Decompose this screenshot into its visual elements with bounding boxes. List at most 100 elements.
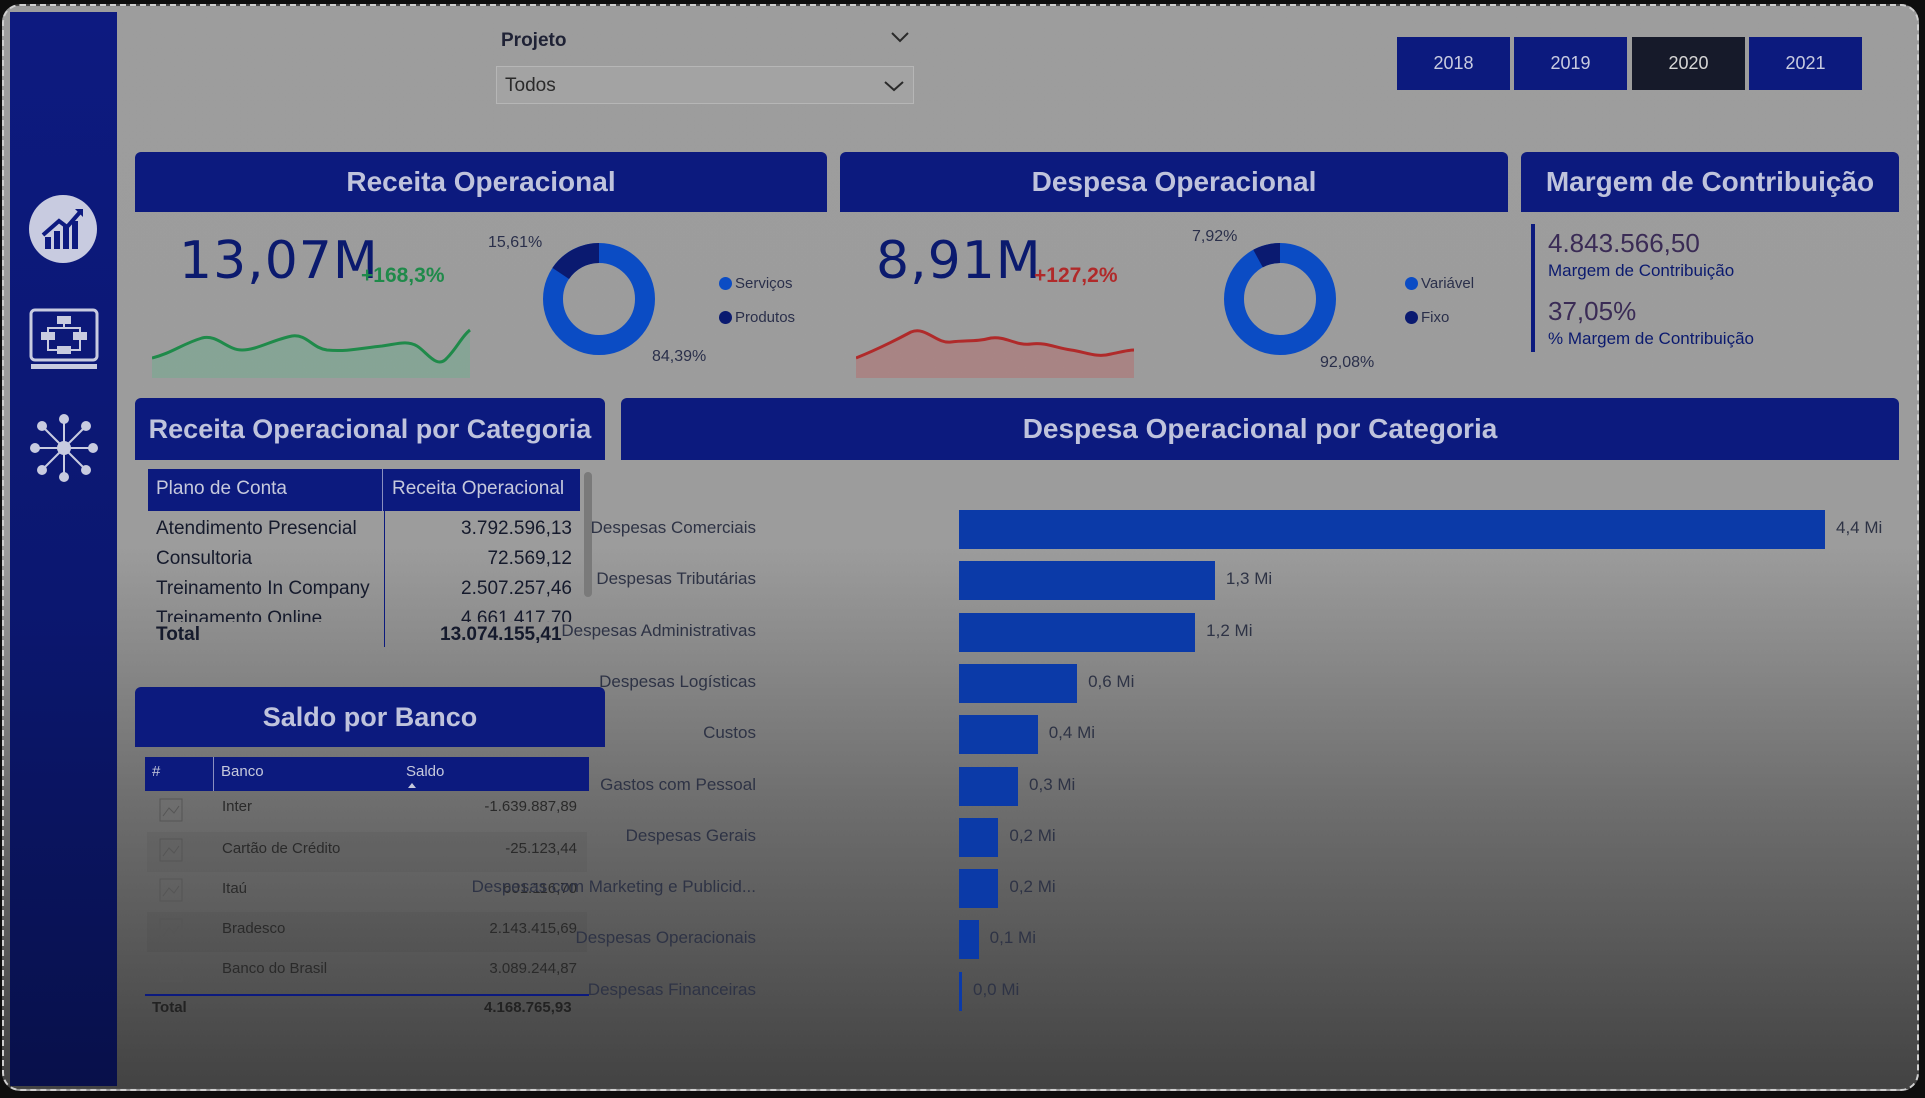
year-2018-button[interactable]: 2018	[1397, 37, 1510, 90]
legend-dot	[1405, 277, 1418, 290]
despesa-donut-large-label: 92,08%	[1320, 354, 1375, 371]
table-cell: Treinamento In Company	[156, 578, 370, 599]
bank-logo-icon	[159, 918, 183, 942]
table-cell: -1.639.887,89	[484, 798, 577, 815]
bar[interactable]	[959, 971, 962, 1011]
column-header[interactable]: Plano de Conta	[156, 478, 287, 500]
table-cell: Atendimento Presencial	[156, 518, 357, 539]
saldo-banco-header: Saldo por Banco	[135, 687, 605, 747]
receita-donut	[543, 243, 655, 355]
bar[interactable]	[959, 869, 999, 909]
table-cell: 601.116,70	[503, 880, 577, 897]
margem-pct-label: % Margem de Contribuição	[1548, 329, 1754, 348]
table-cell: Cartão de Crédito	[222, 840, 341, 857]
legend-label: Variável	[1421, 275, 1475, 292]
legend-dot	[719, 311, 732, 324]
sidebar-flowchart-button[interactable]	[29, 306, 99, 376]
table-cell: 3.089.244,87	[489, 960, 577, 977]
bar-category-label: Despesas Gerais	[625, 825, 756, 845]
bar[interactable]	[959, 612, 1196, 652]
bar[interactable]	[959, 920, 979, 960]
bar-value-label: 0,2 Mi	[1009, 877, 1056, 897]
filter-collapse-chevron[interactable]	[890, 30, 910, 49]
year-2019-button[interactable]: 2019	[1514, 37, 1627, 90]
bar-category-label: Despesas Tributárias	[596, 569, 756, 589]
table-total-value: 4.168.765,93	[484, 999, 572, 1016]
table-cell: -25.123,44	[505, 840, 577, 857]
year-2021-button[interactable]: 2021	[1749, 37, 1862, 90]
despesa-donut-small-label: 7,92%	[1192, 228, 1238, 245]
bar[interactable]	[959, 561, 1215, 601]
bar[interactable]	[959, 817, 999, 857]
bar[interactable]	[959, 766, 1019, 806]
bar-category-label: Custos	[703, 723, 756, 743]
legend-label: Produtos	[735, 309, 796, 326]
margem-accent-bar	[1531, 224, 1535, 352]
legend-fixo[interactable]: Fixo	[1405, 309, 1449, 326]
bank-logo-icon	[159, 958, 183, 982]
table-total-label: Total	[156, 624, 200, 645]
despesa-delta: +127,2%	[1034, 264, 1118, 287]
bar-value-label: 4,4 Mi	[1836, 518, 1883, 537]
column-header[interactable]: #	[152, 763, 160, 780]
dashboard-frame: Projeto Todos 2018 2019 2020 2021 Receit…	[2, 4, 1919, 1091]
table-cell: Banco do Brasil	[222, 960, 328, 977]
bar[interactable]	[959, 715, 1038, 755]
margem-value: 4.843.566,50	[1548, 228, 1700, 258]
table-cell: Itaú	[222, 880, 248, 897]
column-header[interactable]: Saldo	[406, 763, 444, 780]
saldo-banco-table-header: # Banco Saldo	[145, 757, 589, 791]
table-row[interactable]: Itaú 601.116,70	[147, 872, 587, 912]
bank-logo-icon	[159, 838, 183, 862]
receita-categoria-body: Atendimento Presencial 3.792.596,13 Cons…	[148, 514, 580, 622]
table-cell: 3.792.596,13	[461, 518, 572, 539]
table-cell: Bradesco	[222, 920, 286, 937]
receita-donut-large-label: 84,39%	[652, 348, 707, 365]
legend-servicos[interactable]: Serviços	[719, 275, 793, 292]
filter-label: Projeto	[501, 30, 567, 51]
year-2020-button[interactable]: 2020	[1632, 37, 1745, 90]
table-row[interactable]: Banco do Brasil 3.089.244,87	[147, 952, 587, 992]
column-divider	[213, 757, 214, 791]
receita-sparkline	[152, 328, 471, 378]
column-header[interactable]: Banco	[221, 763, 264, 780]
margem-header: Margem de Contribuição	[1521, 152, 1899, 212]
bar[interactable]	[959, 510, 1825, 549]
sidebar	[10, 12, 117, 1086]
despesa-value: 8,91M	[876, 231, 1042, 291]
network-people-icon	[30, 414, 98, 482]
table-cell: Consultoria	[156, 548, 253, 569]
table-total-label: Total	[152, 999, 187, 1016]
legend-produtos[interactable]: Produtos	[719, 309, 795, 326]
column-header[interactable]: Receita Operacional	[392, 478, 564, 500]
table-total-value: 13.074.155,41	[440, 624, 562, 645]
receita-delta: +168,3%	[361, 264, 445, 287]
legend-variavel[interactable]: Variável	[1405, 275, 1474, 292]
bar-value-label: 1,2 Mi	[1206, 620, 1253, 640]
despesa-donut	[1224, 243, 1336, 355]
bank-logo-icon	[159, 878, 183, 902]
bar-value-label: 0,6 Mi	[1088, 671, 1135, 691]
margem-value-label: Margem de Contribuição	[1548, 261, 1735, 280]
bar-value-label: 0,0 Mi	[973, 979, 1020, 999]
bank-logo-icon	[159, 798, 183, 822]
legend-dot	[1405, 311, 1418, 324]
sort-ascending-icon[interactable]	[407, 781, 417, 789]
table-row[interactable]: Inter -1.639.887,89	[147, 792, 587, 832]
project-dropdown[interactable]: Todos	[496, 66, 914, 104]
chevron-down-icon	[884, 81, 904, 92]
despesa-categoria-header: Despesa Operacional por Categoria	[621, 398, 1899, 460]
table-cell: 2.507.257,46	[461, 578, 572, 599]
table-row[interactable]: Bradesco 2.143.415,69	[147, 912, 587, 952]
receita-header: Receita Operacional	[135, 152, 827, 212]
bar-category-label: Despesas Logísticas	[599, 671, 756, 691]
sidebar-growth-button[interactable]	[29, 195, 97, 263]
table-row[interactable]: Cartão de Crédito -25.123,44	[147, 832, 587, 872]
column-divider	[382, 469, 383, 511]
bar-category-label: Despesas Comerciais	[590, 518, 756, 537]
legend-dot	[719, 277, 732, 290]
growth-chart-icon	[29, 195, 97, 263]
table-scrollbar[interactable]	[584, 472, 592, 597]
bar[interactable]	[959, 663, 1078, 703]
sidebar-network-button[interactable]	[29, 413, 99, 483]
